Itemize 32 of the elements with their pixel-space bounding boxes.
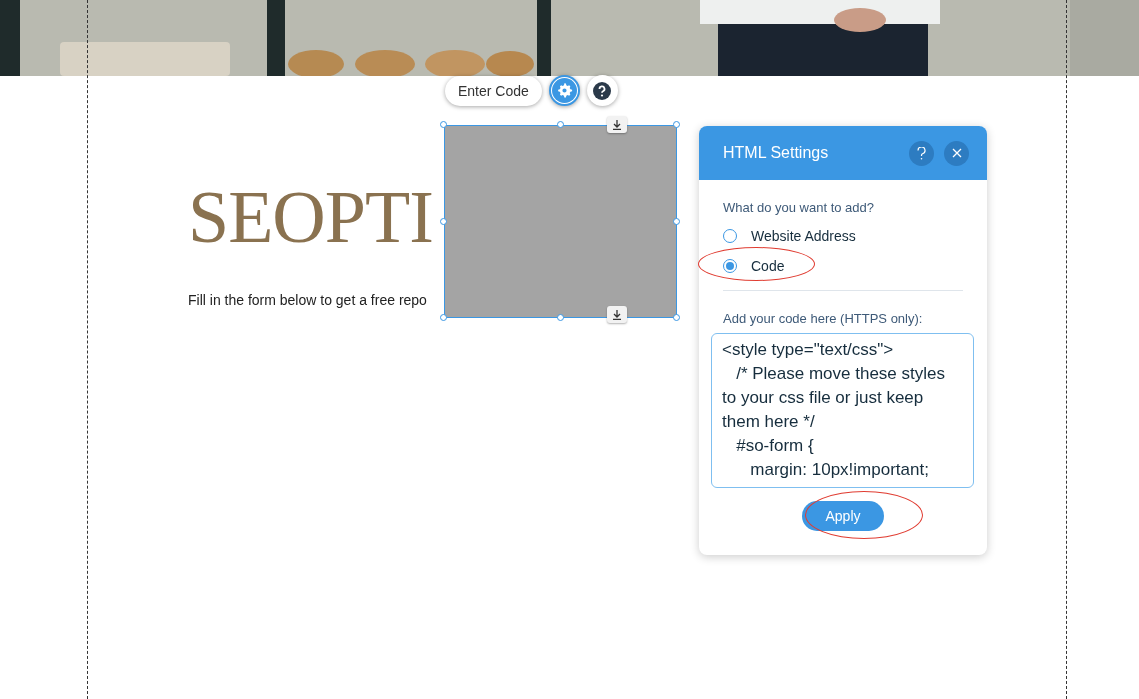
radio-button[interactable] [723, 259, 737, 273]
resize-handle[interactable] [673, 314, 680, 321]
resize-handle[interactable] [673, 217, 680, 225]
settings-button[interactable] [548, 75, 580, 106]
radio-button[interactable] [723, 229, 737, 243]
download-icon [612, 309, 622, 320]
code-label: Add your code here (HTTPS only): [723, 311, 924, 326]
settings-icon [551, 78, 577, 103]
resize-handle[interactable] [556, 121, 564, 128]
page-heading: SEOPTI [188, 180, 433, 254]
download-icon [612, 119, 622, 130]
enter-code-button[interactable]: Enter Code [445, 75, 542, 106]
close-icon [951, 148, 962, 158]
resize-handle[interactable] [673, 121, 680, 128]
option-label: Code [751, 258, 785, 274]
question-label: What do you want to add? [723, 200, 876, 215]
resize-handle[interactable] [440, 121, 447, 128]
radio-option[interactable]: Code [723, 251, 785, 281]
resize-handle[interactable] [556, 314, 564, 321]
anchor-button[interactable] [607, 116, 627, 133]
help-button[interactable] [586, 75, 618, 106]
help-icon [593, 81, 612, 100]
code-field[interactable]: <style type="text/css"> /* Please move these styles to your css file or just keep them here */ #so-form { margin: 10px!important; [711, 333, 974, 488]
radio-option[interactable]: Website Address [723, 221, 856, 251]
panel-title: HTML Settings [723, 144, 830, 162]
option-label: Website Address [751, 228, 856, 244]
help-icon [917, 146, 926, 160]
resize-handle[interactable] [440, 217, 447, 225]
anchor-button[interactable] [607, 306, 627, 323]
close-button[interactable] [944, 140, 969, 166]
resize-handle[interactable] [440, 314, 447, 321]
intro-text: Fill in the form below to get a free repo [188, 292, 428, 308]
